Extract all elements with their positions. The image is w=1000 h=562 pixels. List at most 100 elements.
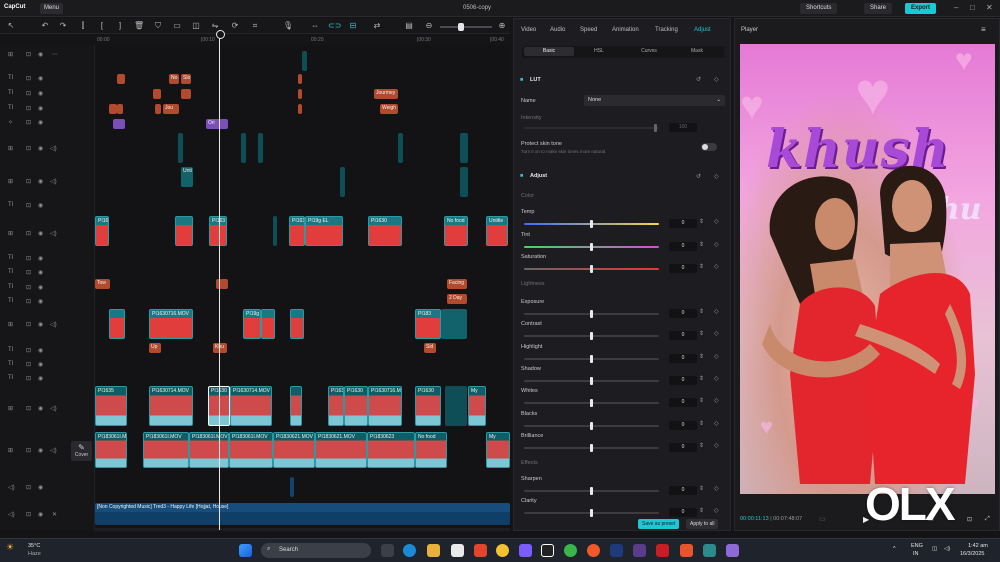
intensity-slider[interactable] <box>524 124 659 132</box>
magnet-icon[interactable]: ⊂⊃ <box>328 21 341 31</box>
video-clip[interactable] <box>441 309 467 339</box>
stepper-icon[interactable]: ⇕ <box>699 375 704 382</box>
delete-icon[interactable]: 🗑 <box>134 21 144 31</box>
app-icon[interactable] <box>587 544 600 557</box>
skin-tone-toggle[interactable] <box>701 143 717 151</box>
app-icon[interactable] <box>633 544 646 557</box>
slider-thumb[interactable] <box>590 509 593 517</box>
slider-value[interactable]: 0 <box>669 219 697 228</box>
adjust-slider[interactable] <box>524 443 659 452</box>
lut-name-select[interactable]: None ⌄ <box>584 95 725 106</box>
adjust-slider[interactable] <box>524 487 659 495</box>
slider-value[interactable]: 0 <box>669 309 697 318</box>
adjust-slider[interactable] <box>524 399 659 408</box>
menu-icon[interactable]: ≡ <box>981 25 986 34</box>
edge-icon[interactable] <box>403 544 416 557</box>
keyframe-icon[interactable]: ◇ <box>714 241 719 248</box>
network-icon[interactable]: ◫ <box>932 546 937 552</box>
timeline-view-icon[interactable]: ▭ <box>819 515 826 523</box>
base-clip[interactable]: PI183061I.MOV <box>189 432 229 468</box>
close-icon[interactable]: ✕ <box>986 3 993 12</box>
timeline-lanes[interactable]: No Slo Jourmey Jou Weigh Ori Unti PI163 … <box>95 45 510 530</box>
text-clip[interactable]: Tow <box>95 279 110 289</box>
text-clip[interactable] <box>181 89 191 99</box>
apply-all-button[interactable]: Apply to all <box>686 519 719 529</box>
zoom-in-icon[interactable]: ⊕ <box>497 21 507 31</box>
app-icon[interactable] <box>726 544 739 557</box>
overlay-clip[interactable] <box>398 133 403 163</box>
main-clip[interactable]: PI1630714.MOV <box>230 386 272 426</box>
video-clip[interactable]: PI19g <box>243 309 261 339</box>
file-explorer-icon[interactable] <box>427 544 440 557</box>
overlay-clip[interactable] <box>340 167 345 197</box>
video-clip[interactable]: PI163 <box>95 216 109 246</box>
timeline-ruler[interactable]: 00:00 |00:10 00:20 |00:30 |00:40 <box>95 35 510 45</box>
maximize-icon[interactable]: □ <box>970 3 975 12</box>
overlay-clip[interactable] <box>460 133 468 163</box>
text-clip[interactable]: Sid <box>424 343 436 353</box>
reverse-icon[interactable]: ◫ <box>191 21 201 31</box>
minimize-icon[interactable]: – <box>954 3 958 12</box>
more-icon[interactable]: ⋯ <box>52 51 58 58</box>
adjust-slider[interactable] <box>524 265 659 273</box>
tab-speed[interactable]: Speed <box>580 27 597 33</box>
base-clip[interactable]: My <box>486 432 510 468</box>
text-clip[interactable] <box>117 74 125 84</box>
keyframe-icon[interactable]: ◇ <box>714 76 719 83</box>
adjust-checkbox[interactable]: ■ <box>520 173 523 179</box>
text-clip[interactable] <box>298 89 302 99</box>
text-clip[interactable]: Slo <box>181 74 191 84</box>
base-clip[interactable]: PI1830621.MOV <box>273 432 315 468</box>
slider-value[interactable]: 0 <box>669 442 697 452</box>
stepper-icon[interactable]: ⇕ <box>699 353 704 360</box>
preview-axis-icon[interactable]: ⊟ <box>348 21 358 31</box>
playhead[interactable] <box>216 30 225 530</box>
fullscreen-icon[interactable]: ⤢ <box>985 516 990 523</box>
keyframe-icon[interactable]: ◇ <box>714 263 719 270</box>
tab-audio[interactable]: Audio <box>550 27 565 33</box>
video-clip[interactable]: Untitle <box>486 216 508 246</box>
base-clip[interactable]: PI1830621.MOV <box>315 432 367 468</box>
text-clip[interactable]: Weigh <box>380 104 398 114</box>
slider-value[interactable]: 0 <box>669 508 697 517</box>
capcut-icon[interactable] <box>541 544 554 557</box>
video-clip[interactable]: PI19g EL <box>305 216 343 246</box>
base-clip[interactable]: PI1830623 <box>367 432 415 468</box>
lut-checkbox[interactable]: ■ <box>520 77 523 83</box>
adjust-slider[interactable] <box>524 421 659 430</box>
adjust-slider[interactable] <box>524 376 659 385</box>
subtab-hsl[interactable]: HSL <box>574 48 624 54</box>
slider-thumb[interactable] <box>590 332 593 341</box>
slider-value[interactable]: 0 <box>669 420 697 430</box>
cover-button[interactable]: ✎ Cover <box>71 441 92 461</box>
main-clip[interactable]: My <box>468 386 486 426</box>
eye-icon[interactable]: ◉ <box>38 51 43 58</box>
tab-adjust[interactable]: Adjust <box>694 27 711 33</box>
vpn-icon[interactable] <box>519 544 532 557</box>
overlay-clip[interactable] <box>241 133 246 163</box>
main-clip[interactable]: PI1630 <box>328 386 344 426</box>
shortcuts-button[interactable]: Shortcuts <box>800 3 838 14</box>
freeze-icon[interactable]: ▭ <box>172 21 182 31</box>
tab-animation[interactable]: Animation <box>612 27 639 33</box>
audio-clip[interactable] <box>290 477 294 497</box>
slider-thumb[interactable] <box>590 354 593 363</box>
main-clip[interactable]: PI1635 <box>95 386 127 426</box>
slider-thumb[interactable] <box>590 443 593 452</box>
stepper-icon[interactable]: ⇕ <box>699 241 704 248</box>
zoom-slider-thumb[interactable] <box>458 23 464 31</box>
main-clip[interactable]: PI1630716.MOV <box>368 386 402 426</box>
video-clip[interactable] <box>175 216 193 246</box>
intensity-thumb[interactable] <box>654 124 657 132</box>
link-icon[interactable]: ⇔ <box>310 21 320 31</box>
microphone-icon[interactable]: 🎙 <box>283 21 293 31</box>
rotate-icon[interactable]: ⟳ <box>230 21 240 31</box>
keyframe-icon[interactable]: ◇ <box>714 218 719 225</box>
keyframe-icon[interactable]: ◇ <box>714 353 719 360</box>
share-button[interactable]: Share <box>864 3 893 14</box>
chrome-icon[interactable] <box>496 544 509 557</box>
slider-thumb[interactable] <box>590 220 593 228</box>
base-clip[interactable]: PI183061I.MOV <box>229 432 273 468</box>
subtab-curves[interactable]: Curves <box>624 48 674 54</box>
text-clip[interactable] <box>117 104 123 114</box>
